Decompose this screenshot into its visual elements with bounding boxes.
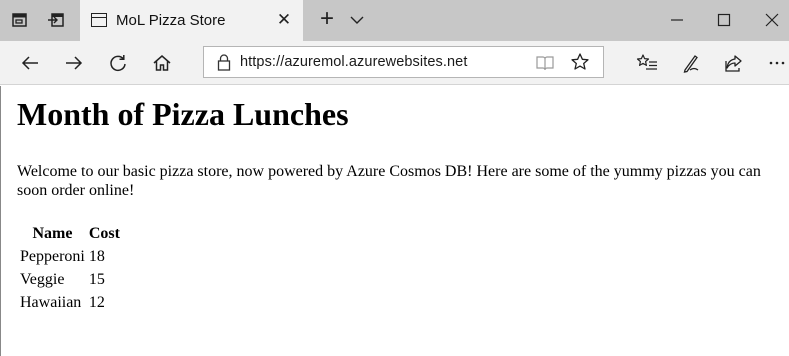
close-window-icon[interactable]: [760, 9, 784, 31]
share-icon[interactable]: [722, 51, 746, 75]
pizza-name: Pepperoni: [20, 247, 85, 265]
forward-arrow-icon[interactable]: [62, 51, 86, 75]
lock-icon: [217, 54, 231, 71]
column-header-name: Name: [32, 225, 73, 242]
tab-title: MoL Pizza Store: [116, 12, 226, 29]
address-bar[interactable]: https://azuremol.azurewebsites.net: [203, 46, 604, 78]
pizza-name: Veggie: [20, 270, 65, 288]
table-header-row: Name Cost: [19, 224, 121, 244]
maximize-icon[interactable]: [712, 9, 736, 31]
pizza-table: Name Cost Pepperoni 18 Veggie 15 Hawaiia…: [17, 222, 123, 315]
favorite-star-icon[interactable]: [570, 52, 590, 72]
reading-view-icon[interactable]: [535, 54, 555, 72]
page-icon: [91, 13, 107, 27]
close-icon[interactable]: ✕: [275, 10, 293, 30]
minimize-icon[interactable]: [665, 9, 689, 31]
pizza-cost: 18: [88, 247, 105, 265]
column-header-cost: Cost: [88, 225, 120, 242]
refresh-icon[interactable]: [106, 51, 130, 75]
pen-icon[interactable]: [679, 51, 703, 75]
browser-window: MoL Pizza Store ✕ + https://azuremol.azu…: [0, 0, 789, 356]
restore-tabs-icon[interactable]: [46, 10, 66, 30]
tab-mol-pizza-store[interactable]: MoL Pizza Store ✕: [80, 0, 303, 41]
url-text[interactable]: https://azuremol.azurewebsites.net: [240, 54, 467, 70]
more-icon[interactable]: [765, 51, 789, 75]
page-content: Month of Pizza Lunches Welcome to our ba…: [0, 86, 789, 356]
back-arrow-icon[interactable]: [18, 51, 42, 75]
tab-list-chevron-icon[interactable]: [348, 11, 366, 29]
set-aside-tabs-icon[interactable]: [10, 10, 30, 30]
table-row: Veggie 15: [19, 269, 121, 290]
pizza-cost: 15: [88, 270, 105, 288]
favorites-list-icon[interactable]: [635, 51, 659, 75]
table-row: Pepperoni 18: [19, 246, 121, 267]
navigation-bar: https://azuremol.azurewebsites.net: [0, 41, 789, 85]
new-tab-icon[interactable]: +: [316, 7, 338, 31]
pizza-name: Hawaiian: [20, 293, 82, 311]
table-row: Hawaiian 12: [19, 292, 121, 313]
title-bar: MoL Pizza Store ✕ +: [0, 0, 789, 41]
pizza-cost: 12: [88, 293, 105, 311]
intro-paragraph: Welcome to our basic pizza store, now po…: [17, 163, 761, 199]
page-heading: Month of Pizza Lunches: [17, 96, 349, 132]
home-icon[interactable]: [150, 51, 174, 75]
